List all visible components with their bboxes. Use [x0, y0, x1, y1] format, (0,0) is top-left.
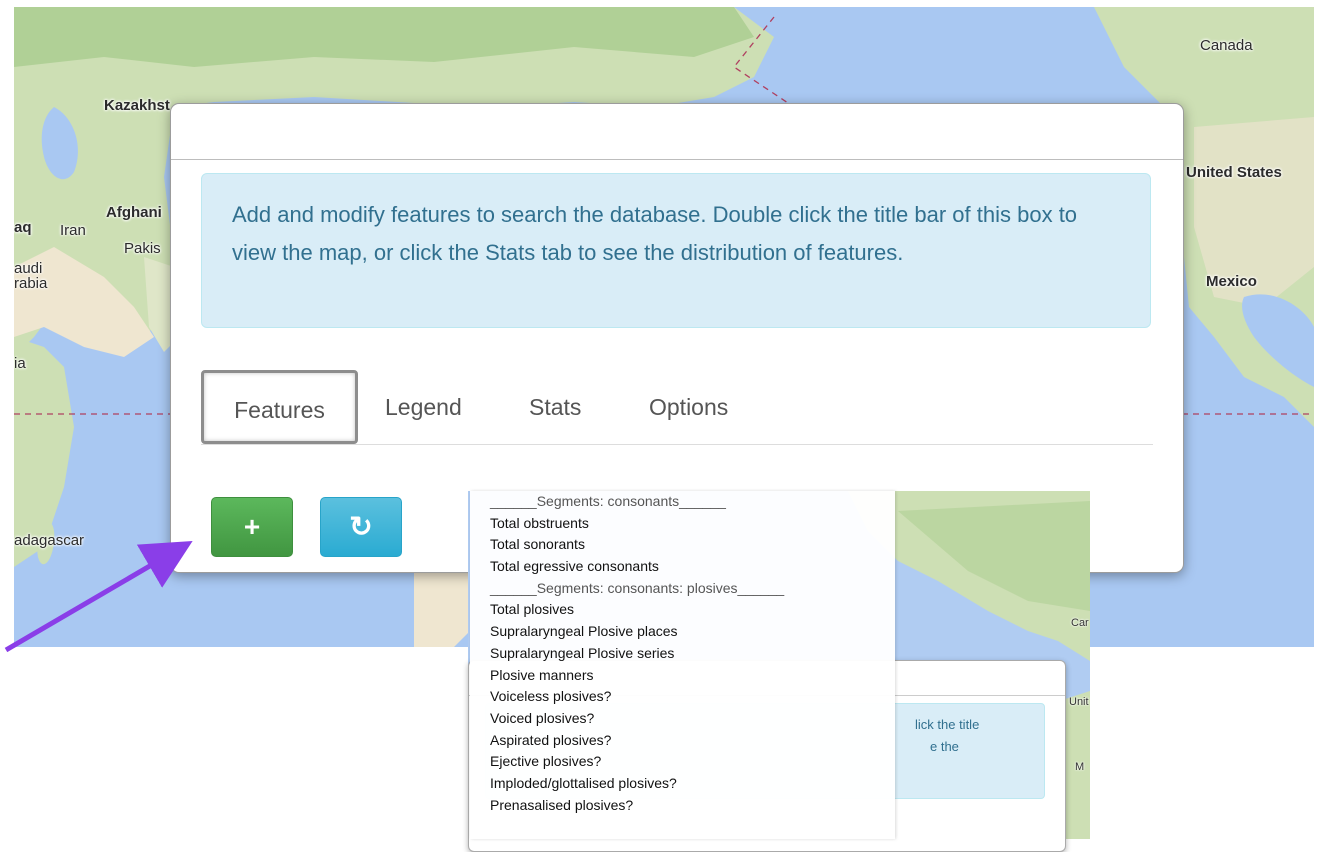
reset-button[interactable]: ↻: [320, 497, 402, 557]
map-label-arabia: rabia: [14, 275, 48, 292]
dropdown-option[interactable]: Supralaryngeal Plosive places: [470, 621, 895, 643]
map-label-afghanistan: Afghani: [106, 204, 162, 221]
tab-options[interactable]: Options: [649, 370, 728, 444]
dropdown-option[interactable]: Total obstruents: [470, 513, 895, 535]
annotation-arrow-icon: [4, 540, 193, 653]
map-label-united-states: United States: [1186, 164, 1282, 181]
dropdown-option[interactable]: Voiced plosives?: [470, 708, 895, 730]
map-label-mexico: Mexico: [1206, 273, 1257, 290]
dropdown-option[interactable]: Total plosives: [470, 599, 895, 621]
dropdown-option[interactable]: Aspirated plosives?: [470, 730, 895, 752]
refresh-icon: ↻: [349, 511, 373, 542]
map-label-kazakhstan: Kazakhst: [104, 97, 170, 114]
tab-legend[interactable]: Legend: [385, 370, 462, 444]
plus-icon: +: [243, 511, 261, 542]
dropdown-option[interactable]: Plosive manners: [470, 665, 895, 687]
map-label-pakistan: Pakis: [124, 240, 161, 257]
inset-map-label-unit: Unit: [1069, 696, 1089, 708]
dropdown-option[interactable]: Total sonorants: [470, 534, 895, 556]
dropdown-option[interactable]: Ejective plosives?: [470, 751, 895, 773]
map-label-iraq: aq: [14, 219, 32, 236]
dropdown-group-header: ______Segments: consonants______: [490, 493, 726, 509]
dropdown-option[interactable]: Total egressive consonants: [470, 556, 895, 578]
add-feature-button[interactable]: +: [211, 497, 293, 557]
tab-features[interactable]: Features: [201, 370, 358, 444]
inset-map-label-ca: Car: [1071, 617, 1089, 629]
feature-dropdown-list[interactable]: ______Segments: consonants______ Total o…: [470, 491, 895, 839]
map-label-canada: Canada: [1200, 37, 1253, 54]
dropdown-option[interactable]: Imploded/glottalised plosives?: [470, 773, 895, 795]
info-alert: Add and modify features to search the da…: [201, 173, 1151, 328]
dropdown-option[interactable]: Supralaryngeal Plosive series: [470, 643, 895, 665]
inset-map-label-m: M: [1075, 761, 1085, 773]
tab-bar: Features Legend Stats Options: [201, 370, 1153, 445]
dialog-title-bar[interactable]: [171, 104, 1183, 160]
dropdown-option[interactable]: Prenasalised plosives?: [470, 795, 895, 817]
map-label-iran: Iran: [60, 222, 86, 239]
dropdown-option[interactable]: Voiceless plosives?: [470, 686, 895, 708]
dropdown-group-header: ______Segments: consonants: plosives____…: [490, 579, 785, 596]
map-label-africa: ia: [14, 355, 26, 372]
tab-stats[interactable]: Stats: [529, 370, 581, 444]
